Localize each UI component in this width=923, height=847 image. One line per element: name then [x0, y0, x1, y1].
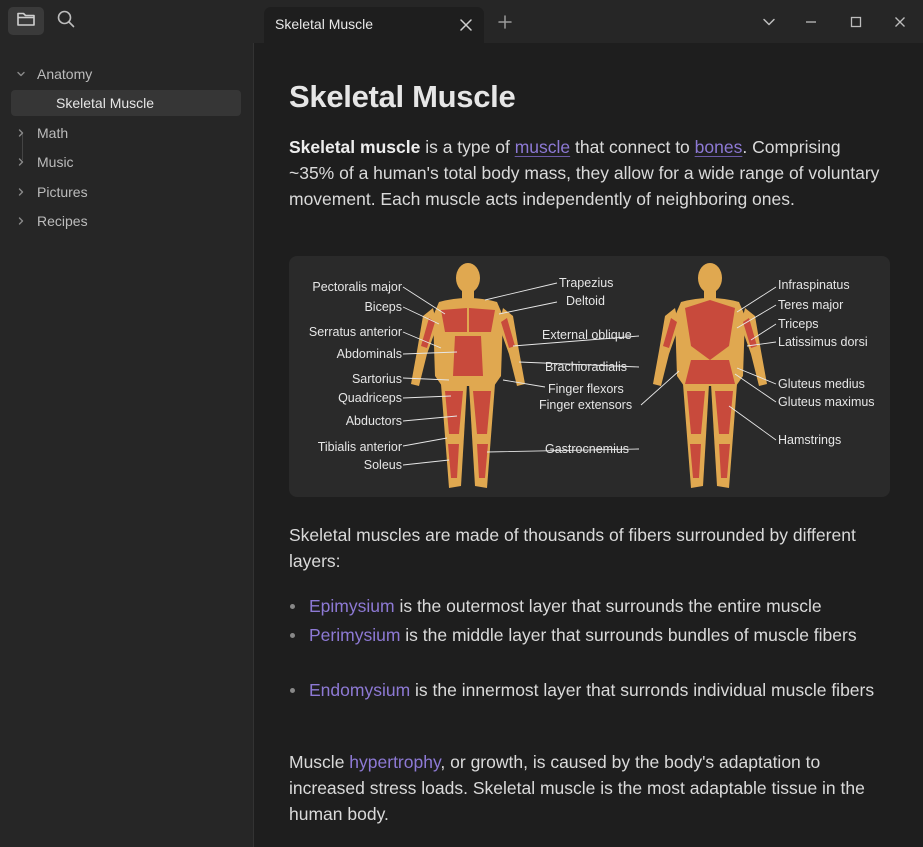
folder-label: Anatomy — [37, 66, 93, 82]
layers-intro-paragraph: Skeletal muscles are made of thousands o… — [289, 525, 856, 571]
muscle-diagram-image: Pectoralis major Biceps Serratus anterio… — [289, 256, 890, 497]
bullet — [290, 688, 295, 693]
label-abductors: Abductors — [346, 414, 402, 428]
label-finger-extensors: Finger extensors — [539, 398, 632, 412]
search-button[interactable] — [48, 7, 84, 35]
files-toggle-button[interactable] — [8, 7, 44, 35]
link-epimysium[interactable]: Epimysium — [309, 596, 395, 616]
label-tibialis-anterior: Tibialis anterior — [318, 440, 402, 454]
title-bar: Skeletal Muscle — [0, 0, 923, 43]
folder-recipes[interactable]: Recipes — [10, 208, 241, 234]
label-gluteus-maximus: Gluteus maximus — [778, 395, 875, 409]
plus-icon[interactable] — [495, 12, 515, 32]
label-brachioradialis: Brachioradialis — [545, 360, 627, 374]
close-icon[interactable] — [456, 15, 476, 35]
bullet — [290, 604, 295, 609]
chevron-right-icon[interactable] — [10, 208, 32, 234]
tab-title: Skeletal Muscle — [275, 16, 374, 32]
front-body-figure — [411, 263, 525, 488]
label-hamstrings: Hamstrings — [778, 433, 841, 447]
text: that connect to — [570, 137, 695, 157]
back-body-figure — [653, 263, 767, 488]
folder-label: Recipes — [37, 213, 88, 229]
label-biceps: Biceps — [364, 300, 402, 314]
text: Muscle — [289, 752, 350, 772]
folder-label: Music — [37, 154, 74, 170]
list-item-text: is the innermost layer that surronds ind… — [410, 680, 875, 700]
list-item-text: is the middle layer that surrounds bundl… — [400, 625, 857, 645]
search-icon — [56, 9, 76, 34]
intro-paragraph: Skeletal muscle is a type of muscle that… — [289, 134, 889, 212]
folder-label: Math — [37, 125, 69, 141]
label-deltoid: Deltoid — [566, 294, 605, 308]
bullet — [290, 633, 295, 638]
label-trapezius: Trapezius — [559, 276, 613, 290]
label-triceps: Triceps — [778, 317, 819, 331]
link-endomysium[interactable]: Endomysium — [309, 680, 410, 700]
minimize-icon[interactable] — [800, 11, 822, 33]
label-finger-flexors: Finger flexors — [548, 382, 624, 396]
page-title: Skeletal Muscle — [289, 79, 516, 114]
label-infraspinatus: Infraspinatus — [778, 278, 850, 292]
list-item: Endomysium is the innermost layer that s… — [290, 677, 885, 703]
text: is a type of — [420, 137, 515, 157]
bold-term: Skeletal muscle — [289, 137, 421, 157]
tab-skeletal-muscle[interactable]: Skeletal Muscle — [264, 7, 484, 43]
chevron-down-icon[interactable] — [758, 11, 780, 33]
label-abdominals: Abdominals — [337, 347, 402, 361]
list-item: Perimysium is the middle layer that surr… — [290, 622, 885, 648]
label-latissimus-dorsi: Latissimus dorsi — [778, 335, 868, 349]
folder-label: Pictures — [37, 184, 88, 200]
maximize-icon[interactable] — [845, 11, 867, 33]
note-view: Skeletal Muscle Skeletal muscle is a typ… — [255, 43, 923, 847]
file-explorer: Anatomy Skeletal Muscle Math Music Pictu… — [0, 43, 254, 847]
chevron-right-icon[interactable] — [10, 120, 32, 146]
link-perimysium[interactable]: Perimysium — [309, 625, 400, 645]
list-item-text: is the outermost layer that surrounds th… — [394, 596, 822, 616]
folder-anatomy[interactable]: Anatomy — [10, 61, 241, 87]
label-sartorius: Sartorius — [352, 372, 402, 386]
label-serratus-anterior: Serratus anterior — [309, 325, 402, 339]
figure-labels: Pectoralis major Biceps Serratus anterio… — [309, 276, 875, 472]
chevron-down-icon[interactable] — [10, 61, 32, 87]
label-quadriceps: Quadriceps — [338, 391, 402, 405]
list-item: Epimysium is the outermost layer that su… — [290, 593, 885, 619]
hypertrophy-paragraph: Muscle hypertrophy, or growth, is caused… — [289, 749, 889, 827]
label-external-oblique: External oblique — [542, 328, 632, 342]
link-muscle[interactable]: muscle — [515, 137, 570, 157]
label-gastrocnemius: Gastrocnemius — [545, 442, 629, 456]
file-skeletal-muscle[interactable]: Skeletal Muscle — [11, 90, 241, 116]
link-hypertrophy[interactable]: hypertrophy — [349, 752, 440, 772]
file-label: Skeletal Muscle — [56, 95, 155, 111]
folder-icon — [16, 10, 36, 33]
window-close-icon[interactable] — [889, 11, 911, 33]
chevron-right-icon[interactable] — [10, 179, 32, 205]
label-teres-major: Teres major — [778, 298, 843, 312]
label-pectoralis-major: Pectoralis major — [312, 280, 402, 294]
label-gluteus-medius: Gluteus medius — [778, 377, 865, 391]
chevron-right-icon[interactable] — [10, 149, 32, 175]
folder-pictures[interactable]: Pictures — [10, 179, 241, 205]
folder-music[interactable]: Music — [10, 149, 241, 175]
link-bones[interactable]: bones — [695, 137, 743, 157]
label-soleus: Soleus — [364, 458, 402, 472]
folder-math[interactable]: Math — [10, 120, 241, 146]
